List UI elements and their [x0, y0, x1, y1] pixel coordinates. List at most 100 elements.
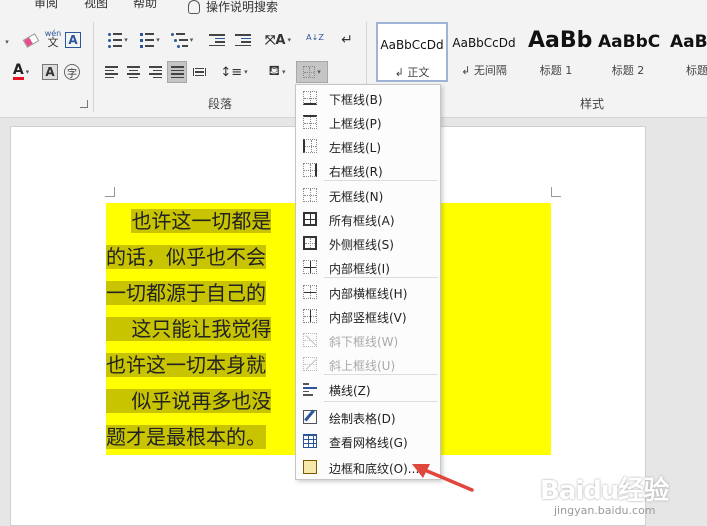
enclose-characters-button[interactable]: 字: [62, 62, 82, 82]
horizontal-line-icon: [303, 382, 317, 396]
no-border-icon: [303, 188, 317, 202]
numbering-button[interactable]: ▾: [136, 30, 164, 50]
inside-horizontal-border-icon: [303, 285, 317, 299]
distributed-button[interactable]: [190, 62, 208, 82]
ribbon-tabs: 审阅 视图 帮助: [0, 0, 707, 12]
chinese-layout-button[interactable]: ⤧A ▾: [262, 30, 294, 50]
sort-icon: A↓Z: [306, 33, 324, 42]
left-border-icon: [303, 139, 317, 153]
align-left-button[interactable]: [102, 62, 120, 82]
paragraph-mark-icon: ↵: [341, 32, 353, 48]
show-hide-marks-button[interactable]: ↵: [338, 30, 356, 50]
decrease-indent-button[interactable]: [206, 30, 228, 50]
watermark-url: jingyan.baidu.com: [554, 504, 656, 517]
borders-button[interactable]: ▾: [296, 61, 328, 83]
margin-corner-mark: [551, 187, 561, 197]
menu-separator: [324, 180, 438, 181]
multilevel-list-button[interactable]: ▾: [168, 30, 196, 50]
menu-item-label: 下框线(B): [329, 93, 383, 107]
style-name: 标题: [686, 64, 707, 77]
sort-button[interactable]: A↓Z: [306, 28, 324, 48]
menu-item[interactable]: 内部竖框线(V): [296, 304, 440, 328]
menu-item-label: 右框线(R): [329, 165, 383, 179]
inside-vertical-border-icon: [303, 309, 317, 323]
olive-highlight-segment: 这只能让我觉得: [106, 317, 272, 341]
menu-item-label: 横线(Z): [329, 384, 371, 398]
menu-item[interactable]: 上框线(P): [296, 110, 440, 134]
pinyin-char: 文: [47, 36, 59, 49]
view-gridlines-icon: [303, 434, 317, 448]
menu-item-label: 斜下框线(W): [329, 335, 399, 349]
decrease-indent-icon: [209, 34, 225, 46]
menu-item[interactable]: 查看网格线(G): [296, 429, 440, 453]
font-size-dropdown[interactable]: ▾: [0, 32, 12, 52]
shaded-a-icon: A: [42, 64, 58, 80]
align-right-button[interactable]: [146, 62, 164, 82]
tab-review[interactable]: 审阅: [34, 0, 58, 11]
menu-item-label: 左框线(L): [329, 141, 382, 155]
style-title[interactable]: AaB 标题: [664, 22, 707, 82]
menu-item[interactable]: 所有框线(A): [296, 207, 440, 231]
align-center-button[interactable]: [124, 62, 142, 82]
style-name: ↲ 无间隔: [461, 64, 507, 77]
menu-item[interactable]: 内部横框线(H): [296, 280, 440, 304]
menu-item-label: 上框线(P): [329, 117, 382, 131]
justify-button[interactable]: [167, 61, 187, 83]
diagonal-down-border-icon: [303, 333, 317, 347]
bullets-icon: [108, 32, 123, 48]
menu-item[interactable]: 左框线(L): [296, 134, 440, 158]
outside-borders-icon: [303, 236, 317, 250]
style-name: ↲ 正文: [394, 66, 430, 79]
tab-view[interactable]: 视图: [84, 0, 108, 11]
increase-indent-icon: [235, 34, 251, 46]
borders-dropdown-menu: 下框线(B) 上框线(P) 左框线(L) 右框线(R) 无框线(N) 所有框线(A) 外侧框…: [295, 84, 441, 480]
tell-me-search[interactable]: 操作说明搜索: [188, 0, 278, 15]
watermark-logo: Baidu经验: [540, 476, 669, 506]
menu-item[interactable]: 内部框线(I): [296, 255, 440, 279]
top-border-icon: [303, 115, 317, 129]
shading-button[interactable]: ⛾ ▾: [262, 62, 292, 82]
font-color-button[interactable]: A ▾: [4, 62, 38, 82]
clear-formatting-button[interactable]: [20, 30, 42, 50]
style-heading-2[interactable]: AaBbC 标题 2: [592, 22, 664, 82]
character-border-button[interactable]: A: [64, 30, 82, 50]
character-shading-button[interactable]: A: [42, 62, 58, 82]
font-color-icon: A: [12, 62, 24, 80]
olive-highlight-segment: 也许这一切都是: [131, 209, 272, 233]
justify-icon: [170, 66, 184, 78]
style-heading-1[interactable]: AaBb 标题 1: [520, 22, 592, 82]
line-spacing-button[interactable]: ↕≡ ▾: [220, 62, 248, 82]
menu-item-label: 斜上框线(U): [329, 359, 396, 373]
style-preview: AaB: [670, 32, 707, 52]
menu-item[interactable]: 横线(Z): [296, 377, 440, 401]
menu-item-label: 边框和底纹(O)...: [329, 462, 420, 476]
menu-item[interactable]: 无框线(N): [296, 183, 440, 207]
increase-indent-button[interactable]: [232, 30, 254, 50]
numbering-icon: [140, 32, 155, 48]
style-no-spacing[interactable]: AaBbCcDd ↲ 无间隔: [448, 22, 520, 82]
font-dialog-launcher-icon[interactable]: [80, 100, 88, 108]
tab-help[interactable]: 帮助: [133, 0, 157, 11]
menu-item[interactable]: 外侧框线(S): [296, 231, 440, 255]
tell-me-label: 操作说明搜索: [206, 0, 279, 14]
draw-table-icon: [303, 410, 317, 424]
menu-separator: [324, 401, 438, 402]
chinese-layout-icon: ⤧A: [265, 32, 286, 48]
menu-item[interactable]: 右框线(R): [296, 158, 440, 182]
line-spacing-icon: ↕≡: [220, 64, 243, 80]
baidu-jingyan-watermark: Baidu经验 jingyan.baidu.com: [540, 470, 700, 522]
menu-item-label: 无框线(N): [329, 190, 384, 204]
menu-item: 斜上框线(U): [296, 352, 440, 376]
menu-item-label: 查看网格线(G): [329, 436, 408, 450]
style-preview: AaBbCcDd: [380, 38, 444, 52]
style-name: 标题 2: [611, 64, 645, 77]
menu-item: 斜下框线(W): [296, 328, 440, 352]
style-normal[interactable]: AaBbCcDd ↲ 正文: [376, 22, 448, 82]
olive-highlight-segment: 题才是最根本的。: [106, 425, 266, 449]
bullets-button[interactable]: ▾: [104, 30, 132, 50]
borders-shading-icon: [303, 460, 317, 474]
phonetic-guide-button[interactable]: wén 文: [44, 28, 62, 48]
menu-item[interactable]: 下框线(B): [296, 86, 440, 110]
menu-item[interactable]: 绘制表格(D): [296, 405, 440, 429]
yellow-highlight-segment: [106, 209, 132, 233]
